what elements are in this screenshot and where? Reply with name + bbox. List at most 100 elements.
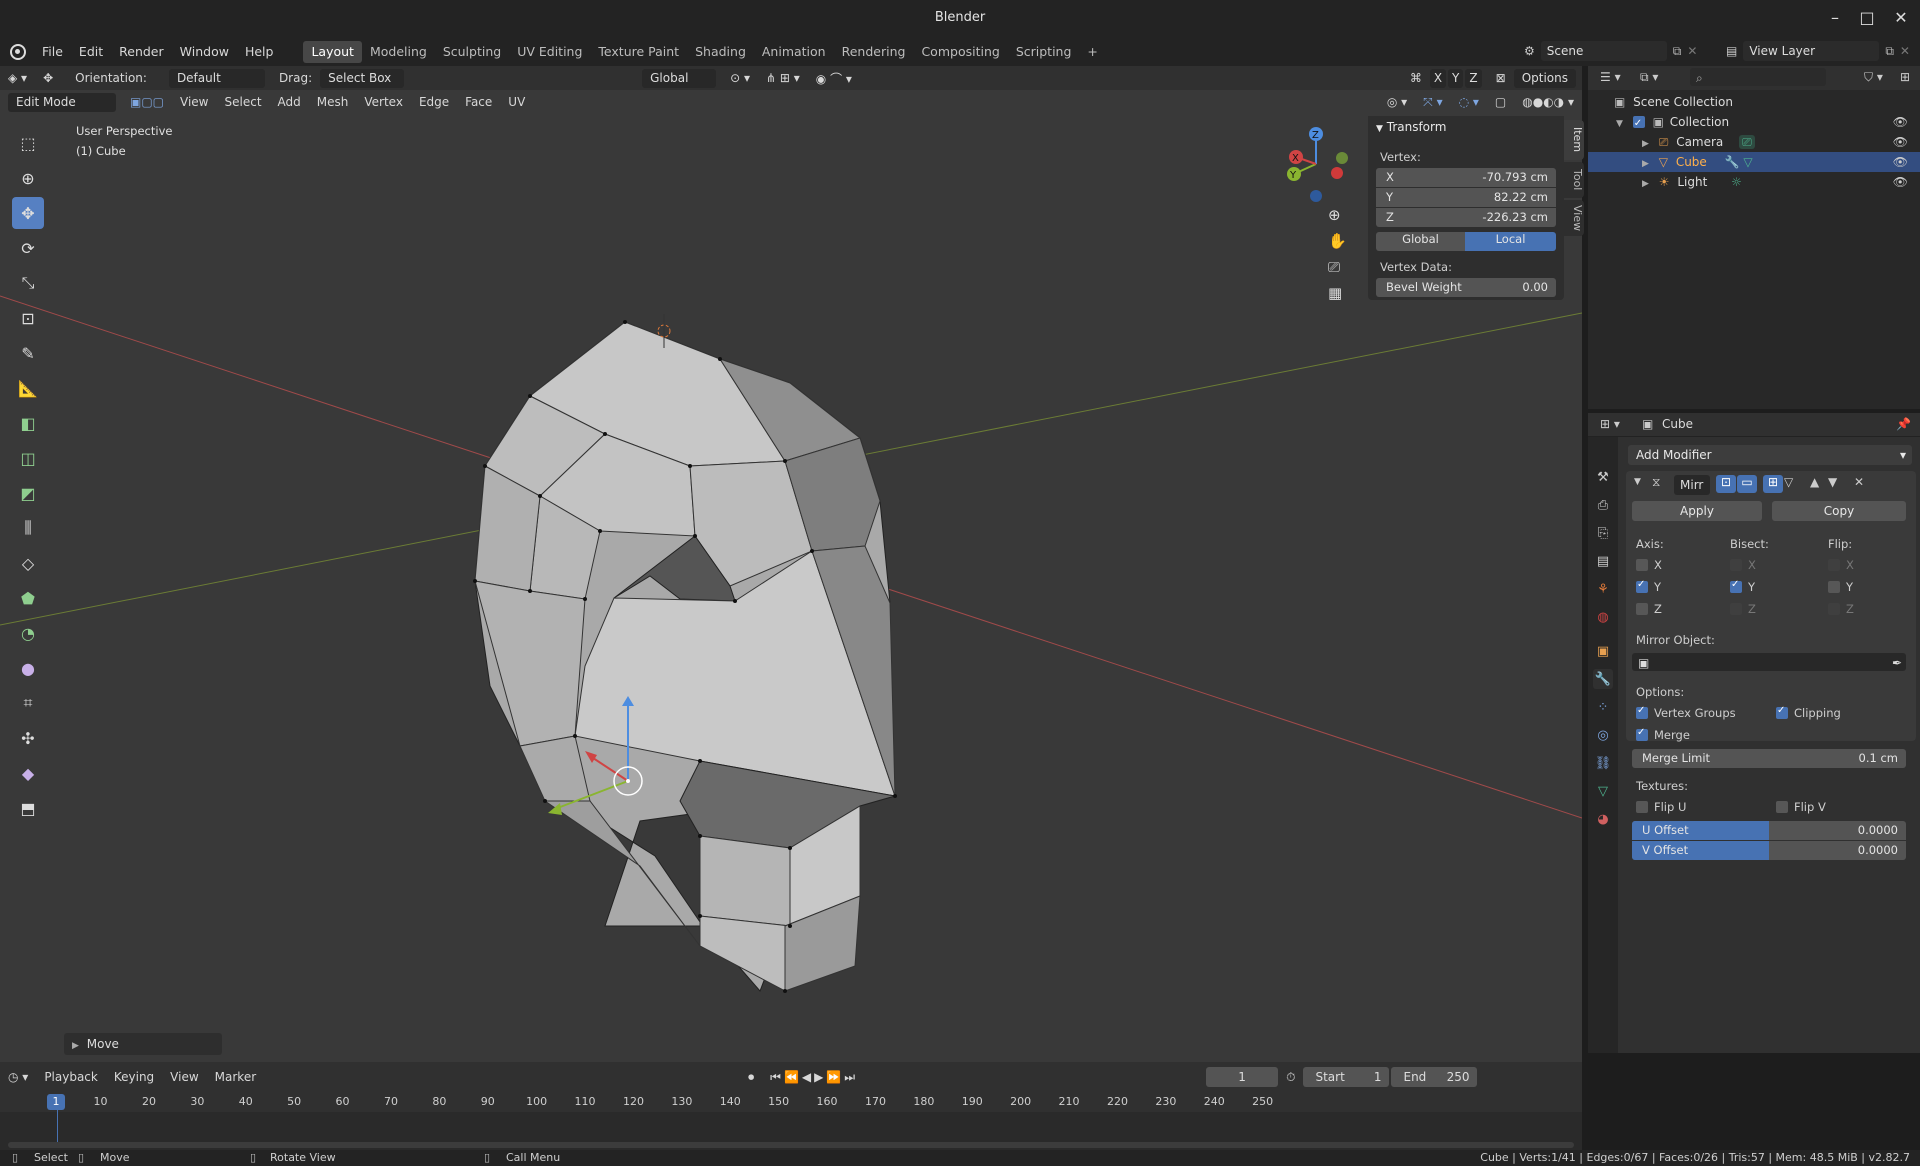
record-icon[interactable]: ⏺ [740, 1070, 762, 1085]
vertex-y-field[interactable]: Y 82.22 cm [1376, 188, 1556, 207]
flip-z-checkbox[interactable] [1828, 603, 1840, 615]
visibility-eye-icon[interactable]: 👁 [1893, 132, 1908, 152]
world-tab-icon[interactable]: ◍ [1593, 607, 1613, 627]
view-layer-icon[interactable]: ▤ [1726, 44, 1737, 58]
clipping-checkbox[interactable] [1776, 705, 1788, 719]
timeline-view-menu[interactable]: View [162, 1070, 206, 1084]
menu-mesh[interactable]: Mesh [309, 95, 357, 109]
new-scene-icon[interactable]: ⧉ [1673, 44, 1682, 59]
outliner-search-input[interactable]: ⌕ [1690, 68, 1826, 86]
outliner-scene-collection[interactable]: ▣ Scene Collection [1588, 92, 1920, 112]
outliner-item-cube[interactable]: ▶ ▽ Cube 🔧 ▽ 👁 [1588, 152, 1920, 172]
flip-x-checkbox[interactable] [1828, 559, 1840, 571]
object-tab-icon[interactable]: ▣ [1593, 641, 1613, 661]
start-frame-field[interactable]: Start 1 [1303, 1067, 1390, 1087]
menu-help[interactable]: Help [237, 40, 282, 64]
axis-x-checkbox[interactable] [1636, 559, 1648, 571]
tab-texture-paint[interactable]: Texture Paint [590, 41, 687, 63]
sidebar-tab-view[interactable]: View [1564, 200, 1584, 236]
vertex-groups-checkbox[interactable] [1636, 705, 1648, 719]
move-down-icon[interactable]: ▼ [1828, 475, 1837, 489]
new-view-layer-icon[interactable]: ⧉ [1885, 44, 1894, 59]
keying-menu[interactable]: Keying [106, 1070, 162, 1084]
filter-icon[interactable]: ⛉ ▾ [1864, 70, 1883, 85]
delete-scene-icon[interactable]: ✕ [1687, 44, 1697, 58]
editor-type-icon[interactable]: ◈ ▾ [0, 71, 35, 85]
pivot-point-icon[interactable]: ⊙ ▾ [722, 71, 758, 85]
mesh-data-icon[interactable]: ▽ [1743, 155, 1752, 169]
scene-icon[interactable]: ⚙ [1524, 44, 1535, 58]
menu-view[interactable]: View [172, 95, 216, 109]
scene-selector[interactable]: Scene [1540, 41, 1667, 61]
scene-tab-icon[interactable]: ⚘ [1593, 579, 1613, 599]
annotate-tool-icon[interactable]: ✎ [12, 337, 44, 369]
rotate-tool-icon[interactable]: ⟳ [12, 232, 44, 264]
mirror-icon[interactable]: ⌘ [1402, 71, 1430, 85]
tool-tab-icon[interactable]: ⚒ [1593, 467, 1613, 487]
timeline-scrollbar[interactable] [8, 1142, 1574, 1148]
timeline-track-area[interactable]: 10 20 30 40 50 60 70 80 90 100 110 120 130 140 150 160 1… [0, 1092, 1582, 1150]
shear-tool-icon[interactable]: ◆ [12, 757, 44, 789]
axis-y-toggle[interactable]: Y [1448, 68, 1464, 88]
axis-z-checkbox[interactable] [1636, 603, 1648, 615]
camera-data-icon[interactable]: ⎚ [1739, 135, 1755, 149]
camera-view-icon[interactable]: ⎚ [1328, 258, 1347, 276]
on-cage-icon[interactable]: ▽ [1784, 475, 1793, 489]
drag-dropdown[interactable]: Select Box [320, 68, 405, 88]
tab-modeling[interactable]: Modeling [362, 41, 435, 63]
sidebar-tab-item[interactable]: Item [1564, 120, 1584, 160]
delete-view-layer-icon[interactable]: ✕ [1900, 44, 1910, 58]
flip-v-checkbox[interactable] [1776, 801, 1788, 813]
navigation-gizmo[interactable]: Z Y X [1276, 124, 1356, 204]
transform-orientation-dropdown[interactable]: Global [642, 68, 717, 88]
bisect-z-checkbox[interactable] [1730, 603, 1742, 615]
tab-rendering[interactable]: Rendering [834, 41, 914, 63]
render-tab-icon[interactable]: ⎙ [1593, 495, 1613, 515]
tab-sculpting[interactable]: Sculpting [435, 41, 509, 63]
snap-icon[interactable]: ⋔ ⊞ ▾ [758, 71, 808, 85]
tab-shading[interactable]: Shading [687, 41, 754, 63]
modifier-tab-icon[interactable]: 🔧 [1593, 669, 1613, 689]
constraints-tab-icon[interactable]: ⛓ [1593, 753, 1613, 773]
menu-uv[interactable]: UV [500, 95, 533, 109]
display-mode-icon[interactable]: ⧉ ▾ [1640, 70, 1658, 85]
menu-edit[interactable]: Edit [71, 40, 111, 64]
xray-icon[interactable]: ▢ [1487, 95, 1514, 109]
playback-menu[interactable]: Playback [36, 1070, 106, 1084]
select-box-tool-icon[interactable]: ⬚ [12, 127, 44, 159]
tab-layout[interactable]: Layout [303, 41, 362, 63]
auto-merge-icon[interactable]: ⊠ [1488, 71, 1514, 85]
add-workspace-button[interactable]: + [1079, 41, 1105, 63]
menu-window[interactable]: Window [172, 40, 237, 64]
cage-display-icon[interactable]: ⊞ [1763, 475, 1783, 493]
smooth-tool-icon[interactable]: ● [12, 652, 44, 684]
modifier-name-input[interactable]: Mirr [1674, 475, 1710, 495]
new-collection-icon[interactable]: ⊞ [1900, 70, 1910, 84]
playhead-marker[interactable]: 1 [47, 1094, 65, 1110]
move-up-icon[interactable]: ▲ [1810, 475, 1819, 489]
visibility-icon[interactable]: ◎ ▾ [1379, 95, 1415, 109]
properties-editor-type-icon[interactable]: ⊞ ▾ [1600, 417, 1620, 431]
flip-y-checkbox[interactable] [1828, 581, 1840, 593]
maximize-icon[interactable]: □ [1852, 0, 1882, 36]
remove-modifier-icon[interactable]: ✕ [1854, 475, 1864, 489]
grid-view-icon[interactable]: ▦ [1328, 284, 1347, 302]
current-frame-field[interactable]: 1 [1206, 1067, 1279, 1087]
menu-render[interactable]: Render [111, 40, 172, 64]
realtime-display-icon[interactable]: ▭ [1737, 475, 1757, 493]
bevel-weight-field[interactable]: Bevel Weight 0.00 [1376, 278, 1556, 297]
eyedropper-icon[interactable]: ✒ [1892, 653, 1902, 673]
poly-build-tool-icon[interactable]: ⬟ [12, 582, 44, 614]
tab-scripting[interactable]: Scripting [1008, 41, 1080, 63]
blender-logo-icon[interactable] [10, 44, 26, 60]
tab-compositing[interactable]: Compositing [913, 41, 1007, 63]
pan-hand-icon[interactable]: ✋ [1328, 232, 1347, 250]
collapse-modifier-icon[interactable]: ▼ [1634, 477, 1641, 487]
add-modifier-dropdown[interactable]: Add Modifier ▾ [1628, 445, 1912, 465]
menu-face[interactable]: Face [457, 95, 500, 109]
mesh-data-tab-icon[interactable]: ▽ [1593, 781, 1613, 801]
view-layer-selector[interactable]: View Layer [1743, 41, 1880, 61]
menu-edge[interactable]: Edge [411, 95, 457, 109]
outliner-item-collection[interactable]: ▼ ▣ Collection 👁 [1588, 112, 1920, 134]
bisect-x-checkbox[interactable] [1730, 559, 1742, 571]
